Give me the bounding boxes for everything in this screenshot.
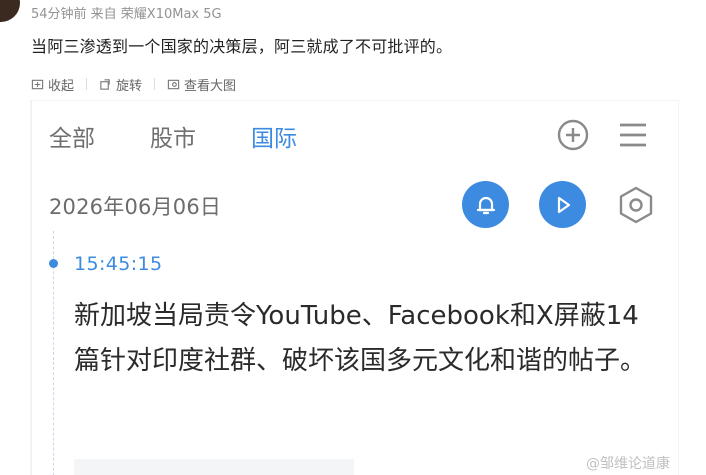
settings-button[interactable]	[616, 181, 656, 228]
menu-icon[interactable]	[618, 122, 648, 148]
image-toolbar: 收起 旋转 查看大图	[31, 74, 236, 94]
collapse-button[interactable]: 收起	[31, 75, 74, 94]
settings-hex-icon	[619, 186, 653, 223]
tab-international[interactable]: 国际	[251, 119, 297, 153]
rotate-label: 旋转	[116, 78, 143, 94]
post-text: 当阿三渗透到一个国家的决策层，阿三就成了不可批评的。	[31, 37, 453, 56]
view-large-icon	[167, 79, 180, 89]
post-meta: 54分钟前 来自 荣耀X10Max 5G	[31, 7, 222, 22]
play-button[interactable]	[539, 181, 586, 228]
collapse-label: 收起	[48, 78, 75, 94]
divider	[86, 78, 88, 90]
collapse-icon	[31, 79, 44, 89]
quote-box	[74, 459, 354, 475]
category-tabs: 全部 股市 国际	[49, 119, 297, 153]
timeline-dot	[49, 259, 58, 268]
avatar[interactable]: v	[0, 0, 20, 22]
weibo-post: v 54分钟前 来自 荣耀X10Max 5G 当阿三渗透到一个国家的决策层，阿三…	[0, 0, 706, 475]
news-time: 15:45:15	[74, 253, 163, 275]
news-headline: 新加坡当局责令YouTube、Facebook和X屏蔽14篇针对印度社群、破坏该…	[74, 301, 647, 376]
top-icons	[556, 118, 648, 152]
divider	[154, 78, 156, 90]
view-large-label: 查看大图	[184, 78, 237, 94]
news-date: 2026年06月06日	[49, 195, 222, 219]
plus-circle-icon[interactable]	[556, 118, 590, 152]
tab-all[interactable]: 全部	[49, 119, 95, 153]
bell-icon	[476, 196, 495, 214]
tab-stocks[interactable]: 股市	[150, 119, 196, 153]
rotate-button[interactable]: 旋转	[99, 75, 142, 94]
watermark: @邹维论道康	[586, 456, 670, 472]
play-icon	[557, 196, 570, 213]
bell-button[interactable]	[462, 181, 509, 228]
rotate-icon	[100, 78, 110, 90]
action-icons	[462, 181, 656, 228]
view-large-button[interactable]: 查看大图	[167, 75, 236, 94]
news-image-card: 全部 股市 国际 2026年06月06日 15:45:15 新加坡当局责令You…	[31, 101, 678, 475]
